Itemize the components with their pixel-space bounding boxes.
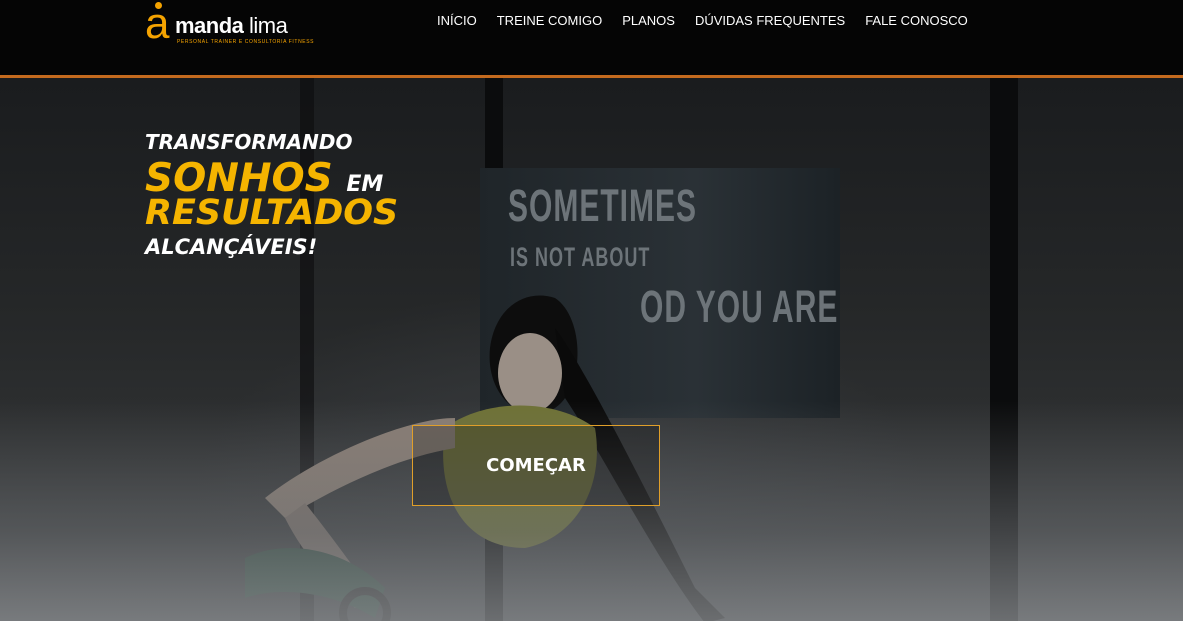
site-header: a manda lima PERSONAL TRAINER E CONSULTO… (0, 0, 1183, 78)
logo-tagline: PERSONAL TRAINER E CONSULTORIA FITNESS (177, 39, 315, 45)
nav-item-planos[interactable]: PLANOS (622, 13, 675, 28)
nav-item-duvidas-frequentes[interactable]: DÚVIDAS FREQUENTES (695, 13, 845, 28)
brand-logo[interactable]: a manda lima PERSONAL TRAINER E CONSULTO… (145, 2, 313, 46)
main-nav: INÍCIO TREINE COMIGO PLANOS DÚVIDAS FREQ… (437, 13, 968, 28)
wall-text-line: IS NOT ABOUT (510, 242, 651, 272)
headline-line-4: ALCANÇÁVEIS! (145, 235, 318, 259)
logo-name-light: lima (243, 13, 288, 38)
nav-item-fale-conosco[interactable]: FALE CONOSCO (865, 13, 968, 28)
nav-item-treine-comigo[interactable]: TREINE COMIGO (497, 13, 602, 28)
start-button[interactable]: COMEÇAR (412, 425, 660, 506)
logo-name-bold: manda (175, 13, 244, 38)
hero-headline: TRANSFORMANDO SONHOS EM RESULTADOS ALCAN… (145, 132, 398, 258)
start-button-label: COMEÇAR (486, 455, 586, 476)
wall-text-line: SOMETIMES (508, 182, 698, 232)
headline-line-3: RESULTADOS (145, 193, 399, 233)
headline-line-1: TRANSFORMANDO (145, 130, 353, 154)
logo-wordmark: manda lima (175, 13, 288, 39)
logo-dot (155, 2, 162, 9)
nav-item-inicio[interactable]: INÍCIO (437, 13, 477, 28)
